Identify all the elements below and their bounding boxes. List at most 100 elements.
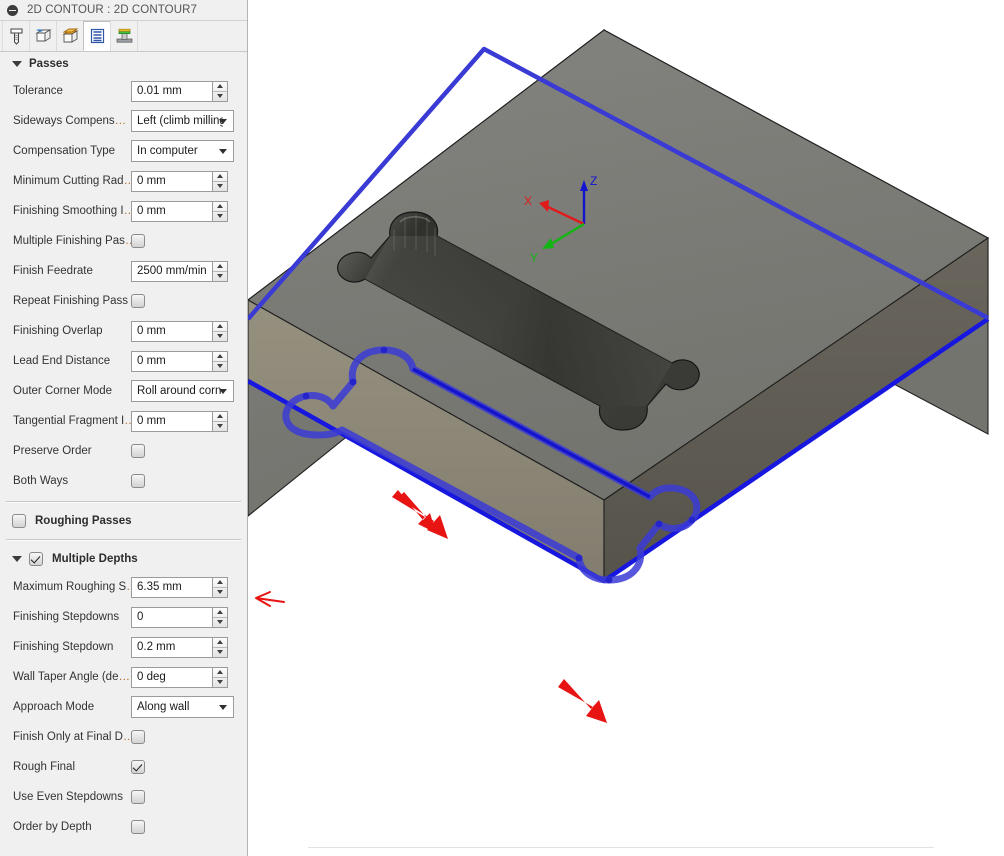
stepper-up-icon[interactable] [213, 638, 227, 648]
stepper-down-icon[interactable] [213, 588, 227, 597]
use-even-stepdowns-checkbox[interactable] [131, 790, 145, 804]
approach-mode-value: Along wall [137, 701, 190, 713]
stepper-up-icon[interactable] [213, 412, 227, 422]
finishing-stepdowns-value[interactable]: 0 [132, 611, 143, 623]
stepper-down-icon[interactable] [213, 212, 227, 221]
preserve-order-checkbox[interactable] [131, 444, 145, 458]
finishing-stepdown-value[interactable]: 0.2 mm [132, 641, 175, 653]
finish-only-at-final-depth-checkbox[interactable] [131, 730, 145, 744]
chevron-down-icon[interactable] [12, 61, 22, 67]
lead-end-distance-spinner[interactable]: 0 mm [131, 350, 228, 372]
stepper-up-icon[interactable] [213, 322, 227, 332]
collapse-circle-icon[interactable] [7, 4, 18, 16]
maximum-roughing-stepdown-spinner[interactable]: 6.35 mm [131, 576, 228, 598]
stepper-up-icon[interactable] [213, 352, 227, 362]
row-minimum-cutting-radius: Minimum Cutting Rad…0 mm [0, 166, 247, 196]
lead-end-distance-value[interactable]: 0 mm [132, 355, 166, 367]
stepper-up-icon[interactable] [213, 608, 227, 618]
finishing-smoothing-deviation-spinner[interactable]: 0 mm [131, 200, 228, 222]
roughing-passes-checkbox[interactable] [12, 514, 26, 528]
stepper-down-icon[interactable] [213, 618, 227, 627]
finishing-overlap-stepper[interactable] [212, 321, 227, 341]
stepper-up-icon[interactable] [213, 82, 227, 92]
finishing-smoothing-deviation-value[interactable]: 0 mm [132, 205, 166, 217]
row-multiple-finishing-passes: Multiple Finishing Pas… [0, 226, 247, 256]
group-header-multiple-depths[interactable]: Multiple Depths [0, 546, 247, 572]
outer-corner-mode-dropdown[interactable]: Roll around corn… [131, 380, 234, 402]
label-finishing-smoothing-deviation: Finishing Smoothing I… [13, 205, 131, 217]
lead-end-distance-stepper[interactable] [212, 351, 227, 371]
stepper-down-icon[interactable] [213, 332, 227, 341]
toolpath-direction-arrow [392, 490, 448, 539]
repeat-finishing-pass-checkbox[interactable] [131, 294, 145, 308]
chevron-down-icon[interactable] [12, 556, 22, 562]
minimum-cutting-radius-stepper[interactable] [212, 171, 227, 191]
order-by-depth-checkbox[interactable] [131, 820, 145, 834]
compensation-type-dropdown[interactable]: In computer [131, 140, 234, 162]
stepper-down-icon[interactable] [213, 422, 227, 431]
approach-mode-dropdown[interactable]: Along wall [131, 696, 234, 718]
finish-feedrate-spinner[interactable]: 2500 mm/min [131, 260, 228, 282]
chevron-down-icon[interactable] [219, 119, 227, 124]
row-lead-end-distance: Lead End Distance 0 mm [0, 346, 247, 376]
chevron-down-icon[interactable] [219, 389, 227, 394]
stepper-down-icon[interactable] [213, 272, 227, 281]
finishing-stepdown-spinner[interactable]: 0.2 mm [131, 636, 228, 658]
label-tolerance: Tolerance [13, 85, 63, 97]
stepper-up-icon[interactable] [213, 262, 227, 272]
tab-linking[interactable] [110, 21, 138, 51]
maximum-roughing-stepdown-value[interactable]: 6.35 mm [132, 581, 182, 593]
finishing-stepdown-stepper[interactable] [212, 637, 227, 657]
minimum-cutting-radius-value[interactable]: 0 mm [132, 175, 166, 187]
label-order-by-depth: Order by Depth [13, 821, 92, 833]
chevron-down-icon[interactable] [219, 705, 227, 710]
stepper-down-icon[interactable] [213, 182, 227, 191]
finishing-overlap-value[interactable]: 0 mm [132, 325, 166, 337]
chevron-down-icon[interactable] [219, 149, 227, 154]
rough-final-checkbox[interactable] [131, 760, 145, 774]
wall-taper-angle-spinner[interactable]: 0 deg [131, 666, 228, 688]
finishing-smoothing-deviation-stepper[interactable] [212, 201, 227, 221]
group-header-roughing-passes[interactable]: Roughing Passes [0, 508, 247, 534]
stepper-down-icon[interactable] [213, 92, 227, 101]
row-compensation-type: Compensation Type In computer [0, 136, 247, 166]
wall-taper-angle-stepper[interactable] [212, 667, 227, 687]
tab-heights[interactable] [56, 21, 84, 51]
tangential-fragment-spinner[interactable]: 0 mm [131, 410, 228, 432]
finishing-stepdowns-spinner[interactable]: 0 [131, 606, 228, 628]
operation-tab-toolbar [0, 21, 247, 52]
maximum-roughing-stepdown-stepper[interactable] [212, 577, 227, 597]
section-separator [6, 539, 241, 541]
tolerance-value[interactable]: 0.01 mm [132, 85, 182, 97]
stepper-down-icon[interactable] [213, 648, 227, 657]
tolerance-spinner[interactable]: 0.01 mm [131, 80, 228, 102]
row-rough-final: Rough Final [0, 752, 247, 782]
tab-tool[interactable] [2, 21, 30, 51]
sideways-compensation-dropdown[interactable]: Left (climb milling) [131, 110, 234, 132]
section-header-passes[interactable]: Passes [0, 52, 247, 76]
both-ways-checkbox[interactable] [131, 474, 145, 488]
stepper-down-icon[interactable] [213, 678, 227, 687]
tab-passes[interactable] [83, 21, 111, 51]
multiple-finishing-passes-checkbox[interactable] [131, 234, 145, 248]
stepper-up-icon[interactable] [213, 578, 227, 588]
stepper-up-icon[interactable] [213, 668, 227, 678]
multiple-depths-checkbox[interactable] [29, 552, 43, 566]
stepper-up-icon[interactable] [213, 172, 227, 182]
stepper-up-icon[interactable] [213, 202, 227, 212]
tab-geometry[interactable] [29, 21, 57, 51]
finishing-stepdowns-stepper[interactable] [212, 607, 227, 627]
minimum-cutting-radius-spinner[interactable]: 0 mm [131, 170, 228, 192]
finish-feedrate-stepper[interactable] [212, 261, 227, 281]
wall-taper-angle-value[interactable]: 0 deg [132, 671, 166, 683]
tangential-fragment-stepper[interactable] [212, 411, 227, 431]
row-outer-corner-mode: Outer Corner Mode Roll around corn… [0, 376, 247, 406]
cam-3d-viewport[interactable]: Z X Y [248, 0, 1004, 856]
finish-feedrate-value[interactable]: 2500 mm/min [132, 265, 207, 277]
tangential-fragment-value[interactable]: 0 mm [132, 415, 166, 427]
finishing-overlap-spinner[interactable]: 0 mm [131, 320, 228, 342]
label-finish-feedrate: Finish Feedrate [13, 265, 93, 277]
tolerance-stepper[interactable] [212, 81, 227, 101]
stepper-down-icon[interactable] [213, 362, 227, 371]
label-finishing-stepdowns: Finishing Stepdowns [13, 611, 120, 623]
